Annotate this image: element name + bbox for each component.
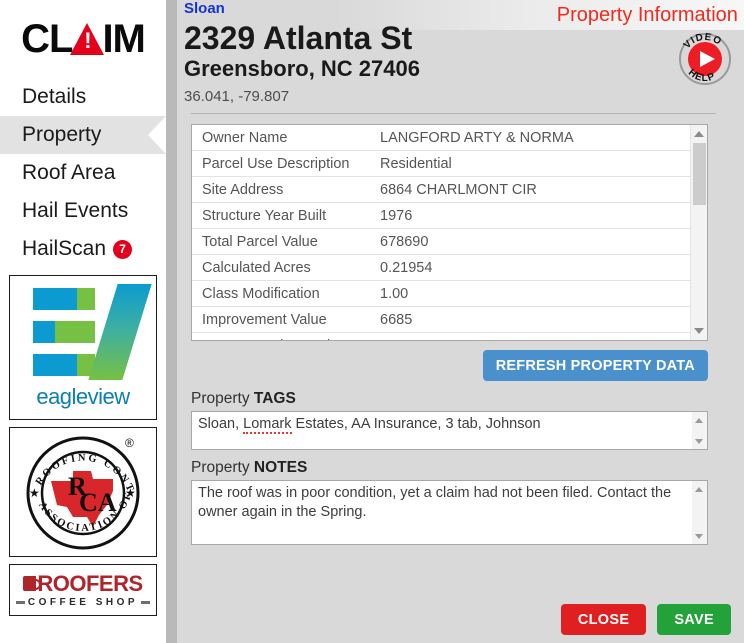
row-value: 1.00 [370, 280, 690, 308]
svg-text:★: ★ [29, 486, 40, 500]
refresh-property-data-button[interactable]: REFRESH PROPERTY DATA [482, 350, 708, 382]
sidebar-item-label: HailScan [22, 237, 107, 260]
video-help-button[interactable]: VIDEO HELP [678, 32, 732, 86]
property-table-viewport: Owner Name LANGFORD ARTY & NORMA Parcel … [192, 125, 690, 341]
property-table-body: Owner Name LANGFORD ARTY & NORMA Parcel … [192, 125, 690, 341]
row-value: 6685 [370, 306, 690, 334]
property-notes-label: Property NOTES [191, 459, 744, 477]
sidebar-item-label: Hail Events [22, 199, 129, 222]
eagleview-mark-icon [27, 284, 152, 380]
row-key: Site Address [192, 176, 370, 204]
notes-scrollbar[interactable] [691, 481, 707, 545]
app-root: CL ! IM Details Property Roof Area Hail … [0, 0, 744, 643]
row-value: 6864 CHARLMONT CIR [370, 176, 690, 204]
table-row[interactable]: Improvement Value 6685 [192, 306, 690, 334]
property-table-scrollbar[interactable] [689, 125, 707, 341]
table-row[interactable]: Class Modification 1.00 [192, 280, 690, 308]
tags-label-bold: TAGS [253, 390, 296, 408]
scrollbar-thumb[interactable] [692, 143, 706, 206]
tags-value-pre: Sloan, [198, 416, 244, 433]
row-key: Total Parcel Value [192, 228, 370, 256]
warning-triangle-icon: ! [70, 23, 105, 55]
partner-logo-roofers-coffee-shop[interactable]: ROOFERS COFFEE SHOP [9, 564, 157, 616]
scroll-down-arrow-icon[interactable] [692, 530, 707, 542]
close-button[interactable]: CLOSE [560, 604, 647, 635]
rca-seal-icon: R CA ROOFING CONTRACTORS ASSOCIATION OF … [21, 431, 145, 555]
row-key: Structure Year Built [192, 202, 370, 230]
address-line-1: 2329 Atlanta St [184, 20, 413, 56]
partner-logo-eagleview[interactable]: eagleview [9, 275, 157, 420]
sidebar: CL ! IM Details Property Roof Area Hail … [0, 0, 166, 643]
tags-value-misspelled: Lomark [243, 416, 292, 435]
notes-label-bold: NOTES [253, 459, 308, 477]
row-key: Owner Name [192, 125, 370, 152]
sidebar-item-hail-events[interactable]: Hail Events [0, 192, 166, 230]
app-logo: CL ! IM [0, 0, 166, 74]
table-row[interactable]: LBCS Function Code 100 [192, 332, 690, 341]
property-header: Sloan 2329 Atlanta St Greensboro, NC 274… [177, 0, 744, 106]
sidebar-item-label: Roof Area [22, 161, 116, 184]
coffee-cup-icon [23, 576, 42, 591]
sidebar-item-label: Property [22, 123, 102, 146]
header-divider [191, 113, 716, 115]
sidebar-divider [166, 0, 177, 643]
sidebar-item-label: Details [22, 85, 87, 108]
tags-scrollbar[interactable] [691, 412, 707, 450]
table-row[interactable]: Structure Year Built 1976 [192, 202, 690, 230]
scroll-up-arrow-icon[interactable] [691, 127, 707, 141]
row-value: 100 [370, 332, 690, 341]
notes-label-normal: Property [191, 459, 254, 477]
sidebar-item-property[interactable]: Property [0, 116, 166, 154]
rcs-main-text: ROOFERS [37, 570, 143, 596]
address-line-2: Greensboro, NC 27406 [184, 55, 420, 81]
exclamation-glyph: ! [84, 28, 91, 53]
row-key: Improvement Value [192, 306, 370, 334]
row-key: Parcel Use Description [192, 150, 370, 178]
sidebar-item-hailscan[interactable]: HailScan 7 [0, 230, 166, 268]
row-key: Calculated Acres [192, 254, 370, 282]
refresh-row: REFRESH PROPERTY DATA [191, 350, 708, 382]
table-row[interactable]: Total Parcel Value 678690 [192, 228, 690, 256]
scroll-up-arrow-icon[interactable] [692, 414, 707, 426]
coordinates: 36.041, -79.807 [184, 88, 290, 106]
svg-text:®: ® [125, 436, 134, 450]
row-value: 1976 [370, 202, 690, 230]
row-value: 678690 [370, 228, 690, 256]
scroll-up-arrow-icon[interactable] [692, 483, 707, 495]
main-panel: Property Information Sloan 2329 Atlanta … [177, 0, 744, 643]
footer-actions: CLOSE SAVE [560, 604, 731, 635]
save-button[interactable]: SAVE [657, 604, 731, 635]
sidebar-nav: Details Property Roof Area Hail Events H… [0, 78, 166, 268]
tags-value-post: Estates, AA Insurance, 3 tab, Johnson [291, 416, 541, 433]
row-key: Class Modification [192, 280, 370, 308]
row-value: LANGFORD ARTY & NORMA [370, 125, 690, 152]
logo-text-right: IM [102, 17, 145, 61]
row-value: 0.21954 [370, 254, 690, 282]
eagleview-wordmark: eagleview [36, 384, 130, 409]
row-key: LBCS Function Code [192, 332, 370, 341]
svg-text:★: ★ [125, 486, 136, 500]
property-notes-value[interactable]: The roof was in poor condition, yet a cl… [192, 481, 692, 544]
property-tags-label: Property TAGS [191, 390, 744, 408]
sidebar-item-roof-area[interactable]: Roof Area [0, 154, 166, 192]
table-row[interactable]: Owner Name LANGFORD ARTY & NORMA [192, 125, 690, 152]
sidebar-item-details[interactable]: Details [0, 78, 166, 116]
table-row[interactable]: Site Address 6864 CHARLMONT CIR [192, 176, 690, 204]
rcs-sub-text: COFFEE SHOP [13, 597, 153, 608]
property-tags-value[interactable]: Sloan, Lomark Estates, AA Insurance, 3 t… [192, 412, 692, 449]
property-notes-field[interactable]: The roof was in poor condition, yet a cl… [191, 480, 708, 546]
partner-logo-rca[interactable]: R CA ROOFING CONTRACTORS ASSOCIATION OF … [9, 427, 157, 557]
tags-label-normal: Property [191, 390, 254, 408]
property-tags-field[interactable]: Sloan, Lomark Estates, AA Insurance, 3 t… [191, 411, 708, 451]
property-data-table: Owner Name LANGFORD ARTY & NORMA Parcel … [191, 124, 708, 342]
hailscan-count-badge: 7 [113, 239, 133, 259]
scroll-down-arrow-icon[interactable] [691, 324, 707, 338]
table-row[interactable]: Calculated Acres 0.21954 [192, 254, 690, 282]
logo-text-left: CL [21, 17, 73, 61]
row-value: Residential [370, 150, 690, 178]
customer-name-link[interactable]: Sloan [184, 0, 730, 17]
scroll-down-arrow-icon[interactable] [692, 435, 707, 447]
table-row[interactable]: Parcel Use Description Residential [192, 150, 690, 178]
